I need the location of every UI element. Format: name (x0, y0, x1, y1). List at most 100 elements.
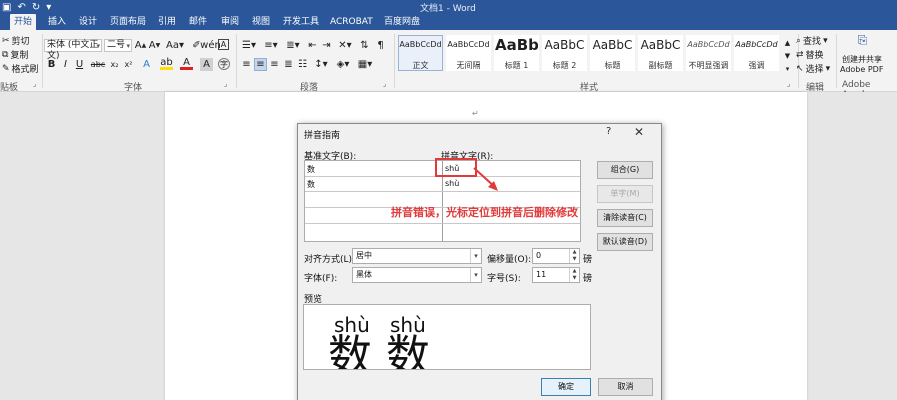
alignment-select[interactable]: 居中 ▾ (352, 248, 482, 264)
change-case-icon[interactable]: Aa▾ (166, 39, 184, 52)
numbering-icon[interactable]: ≡▾ (262, 39, 280, 52)
cut-button[interactable]: ✂ 剪切 (2, 34, 30, 48)
copy-button[interactable]: ⧉ 复制 (2, 48, 28, 62)
style-title[interactable]: AaBbC 标题 (590, 35, 635, 71)
superscript-icon[interactable]: x² (122, 58, 135, 71)
style-heading-1[interactable]: AaBb 标题 1 (494, 35, 539, 71)
text-effects-icon[interactable]: A (140, 58, 153, 71)
show-marks-icon[interactable]: ¶ (374, 39, 387, 52)
separator (42, 34, 43, 88)
group-button[interactable]: 组合(G) (597, 161, 653, 179)
ok-button[interactable]: 确定 (541, 378, 591, 396)
ruby-text-field-2[interactable]: shù (445, 179, 459, 188)
tab-home[interactable]: 开始 (10, 14, 37, 30)
select-icon: ↖ (796, 63, 804, 74)
close-icon[interactable]: ✕ (634, 125, 644, 139)
tab-view[interactable]: 视图 (248, 14, 274, 30)
highlight-icon[interactable]: ab (160, 57, 173, 70)
paragraph-launcher-icon[interactable]: ⌟ (383, 80, 386, 88)
multilevel-list-icon[interactable]: ≣▾ (284, 39, 302, 52)
size-unit: 磅 (583, 274, 593, 284)
decrease-indent-icon[interactable]: ⇤ (306, 39, 319, 52)
underline-icon[interactable]: U (73, 58, 86, 71)
tab-layout[interactable]: 页面布局 (106, 14, 150, 30)
styles-more-icon[interactable]: ▾ (781, 62, 794, 75)
enclose-char-icon[interactable]: 字 (218, 58, 230, 70)
italic-icon[interactable]: I (59, 58, 72, 71)
align-center-icon[interactable]: ≡ (254, 58, 267, 71)
phonetic-guide-icon[interactable]: wén (200, 39, 221, 52)
style-no-spacing[interactable]: AaBbCcDd 无间隔 (446, 35, 491, 71)
tab-references[interactable]: 引用 (154, 14, 180, 30)
style-heading-2[interactable]: AaBbC 标题 2 (542, 35, 587, 71)
tab-mailings[interactable]: 邮件 (185, 14, 211, 30)
tab-design[interactable]: 设计 (75, 14, 101, 30)
char-shading-icon[interactable]: A (200, 58, 213, 71)
distributed-icon[interactable]: ☷ (296, 58, 309, 71)
font-name-combo[interactable]: 宋体 (中文正文) ▾ (44, 39, 102, 61)
style-subtitle[interactable]: AaBbC 副标题 (638, 35, 683, 71)
paragraph-mark: ↵ (472, 109, 479, 118)
cancel-button[interactable]: 取消 (598, 378, 653, 396)
single-char-button[interactable]: 单字(M) (597, 185, 653, 203)
font-color-icon[interactable]: A (180, 57, 193, 70)
font-label: 字体(F): (304, 274, 338, 284)
shading-icon[interactable]: ◈▾ (334, 58, 352, 71)
size-stepper[interactable]: 11 ▲ ▼ (532, 267, 580, 283)
undo-icon[interactable]: ↶ (17, 2, 25, 13)
tab-insert[interactable]: 插入 (44, 14, 70, 30)
styles-launcher-icon[interactable]: ⌟ (787, 80, 790, 88)
font-launcher-icon[interactable]: ⌟ (224, 80, 227, 88)
replace-button[interactable]: ⇄ 替换 (796, 48, 824, 62)
create-share-pdf-line1[interactable]: 创建并共享 (842, 54, 882, 65)
pdf-create-icon[interactable]: ⎘ (856, 33, 869, 47)
search-icon: ⌕ (796, 35, 802, 46)
clipboard-launcher-icon[interactable]: ⌟ (33, 80, 36, 88)
base-text-field-1[interactable]: 数 (307, 164, 315, 175)
shrink-font-icon[interactable]: A ▼ (148, 39, 161, 52)
bullets-icon[interactable]: ☰▾ (240, 39, 258, 52)
style-normal[interactable]: AaBbCcDd 正文 (398, 35, 443, 71)
justify-icon[interactable]: ≣ (282, 58, 295, 71)
font-size-combo[interactable]: 二号 ▾ (104, 39, 132, 52)
borders-icon[interactable]: ▦▾ (356, 58, 374, 71)
save-icon[interactable]: ▣ (2, 2, 11, 13)
increase-indent-icon[interactable]: ⇥ (320, 39, 333, 52)
clear-reading-button[interactable]: 清除读音(C) (597, 209, 653, 227)
select-button[interactable]: ↖ 选择 ▾ (796, 62, 830, 76)
bold-icon[interactable]: B (45, 58, 58, 71)
align-left-icon[interactable]: ≡ (240, 58, 253, 71)
tab-acrobat[interactable]: ACROBAT (326, 14, 377, 30)
replace-icon: ⇄ (796, 49, 804, 60)
grow-font-icon[interactable]: A ▲ (134, 39, 147, 52)
customize-icon[interactable]: ▾ (46, 2, 51, 13)
create-share-pdf-line2[interactable]: Adobe PDF (840, 65, 883, 74)
tab-review[interactable]: 审阅 (217, 14, 243, 30)
styles-scroll-up-icon[interactable]: ▲ (781, 36, 794, 49)
preview-box: shù shù 数 数 (303, 304, 591, 370)
offset-label: 偏移量(O): (487, 255, 532, 265)
align-right-icon[interactable]: ≡ (268, 58, 281, 71)
separator (394, 34, 395, 88)
font-select[interactable]: 黑体 ▾ (352, 267, 482, 283)
style-emphasis[interactable]: AaBbCcDd 强调 (734, 35, 779, 71)
window-title: 文档1 - Word (420, 4, 476, 14)
base-text-field-2[interactable]: 数 (307, 179, 315, 190)
tab-baidu-netdisk[interactable]: 百度网盘 (380, 14, 424, 30)
redo-icon[interactable]: ↻ (32, 2, 40, 13)
style-subtle-emphasis[interactable]: AaBbCcDd 不明显强调 (686, 35, 731, 71)
line-spacing-icon[interactable]: ↕▾ (312, 58, 330, 71)
format-painter-button[interactable]: ✎ 格式刷 (2, 62, 39, 76)
default-reading-button[interactable]: 默认读音(D) (597, 233, 653, 251)
find-button[interactable]: ⌕ 查找 ▾ (796, 34, 828, 48)
strikethrough-icon[interactable]: abc (90, 58, 106, 71)
separator (236, 34, 237, 88)
offset-stepper[interactable]: 0 ▲ ▼ (532, 248, 580, 264)
tab-developer[interactable]: 开发工具 (279, 14, 323, 30)
chinese-layout-icon[interactable]: ✕▾ (336, 39, 354, 52)
styles-scroll-down-icon[interactable]: ▼ (781, 49, 794, 62)
help-icon[interactable]: ? (606, 126, 611, 137)
char-border-icon[interactable]: A (218, 39, 229, 50)
subscript-icon[interactable]: x₂ (108, 58, 121, 71)
sort-icon[interactable]: ⇅ (358, 39, 371, 52)
